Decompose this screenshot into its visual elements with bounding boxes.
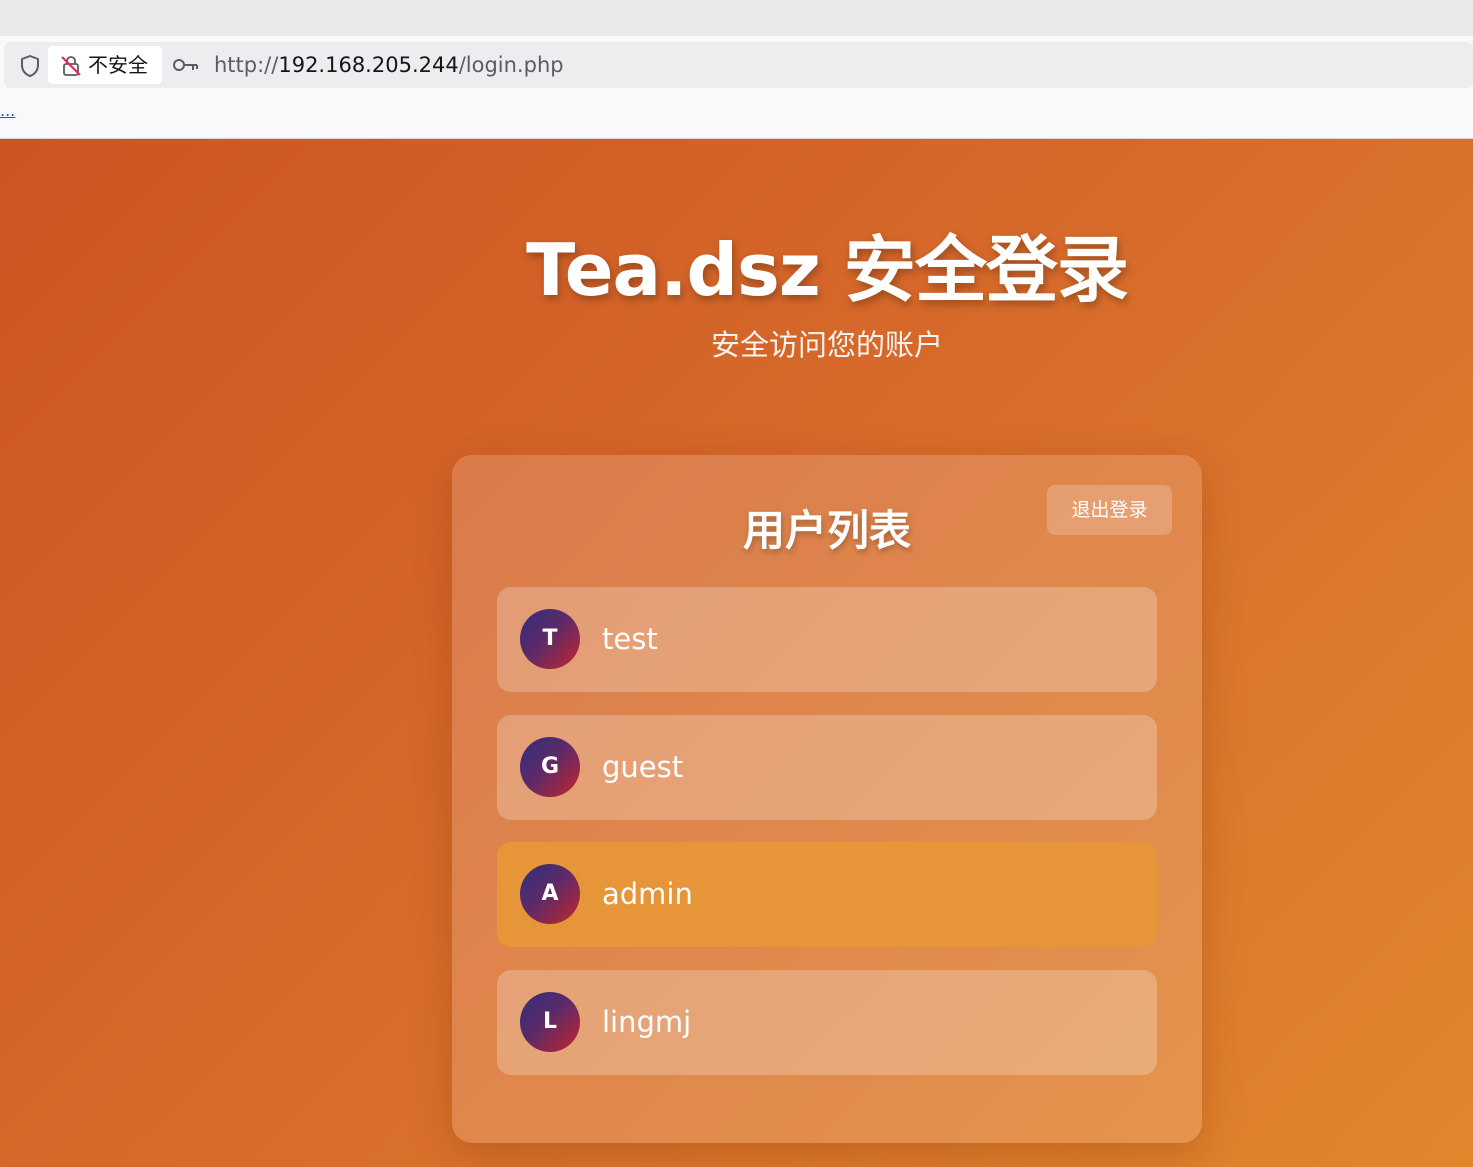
url-path: /login.php [458, 53, 564, 77]
user-row-test[interactable]: T test [497, 587, 1157, 692]
user-name: guest [602, 750, 684, 784]
avatar: G [520, 737, 580, 797]
page-subtitle: 安全访问您的账户 [710, 328, 943, 362]
url-text[interactable]: http://192.168.205.244/login.php [214, 52, 564, 78]
user-row-lingmj[interactable]: L lingmj [497, 970, 1157, 1075]
shield-icon[interactable] [18, 54, 42, 78]
user-list-card: 用户列表 退出登录 T test G guest A admin L lingm… [452, 455, 1202, 1143]
avatar: L [520, 992, 580, 1052]
address-bar: 不安全 http://192.168.205.244/login.php [0, 36, 1473, 96]
browser-tab-strip [0, 0, 1473, 36]
security-indicator[interactable]: 不安全 [48, 46, 162, 84]
url-scheme: http:// [214, 53, 279, 77]
user-row-admin[interactable]: A admin [497, 842, 1157, 947]
bookmarks-toolbar: ... [0, 96, 1473, 139]
user-name: test [602, 622, 658, 656]
user-row-guest[interactable]: G guest [497, 715, 1157, 820]
bookmark-overflow-link[interactable]: ... [0, 102, 15, 120]
page-title: Tea.dsz 安全登录 [526, 228, 1129, 312]
url-field[interactable]: 不安全 http://192.168.205.244/login.php [4, 42, 1473, 88]
insecure-lock-icon [61, 56, 81, 76]
user-name: admin [602, 877, 693, 911]
key-icon[interactable] [172, 54, 200, 76]
avatar: T [520, 609, 580, 669]
page-background: Tea.dsz 安全登录 安全访问您的账户 用户列表 退出登录 T test G… [0, 139, 1473, 1167]
url-host: 192.168.205.244 [278, 53, 459, 77]
security-label: 不安全 [88, 53, 148, 77]
avatar: A [520, 864, 580, 924]
user-name: lingmj [602, 1005, 692, 1039]
logout-button[interactable]: 退出登录 [1047, 485, 1172, 535]
